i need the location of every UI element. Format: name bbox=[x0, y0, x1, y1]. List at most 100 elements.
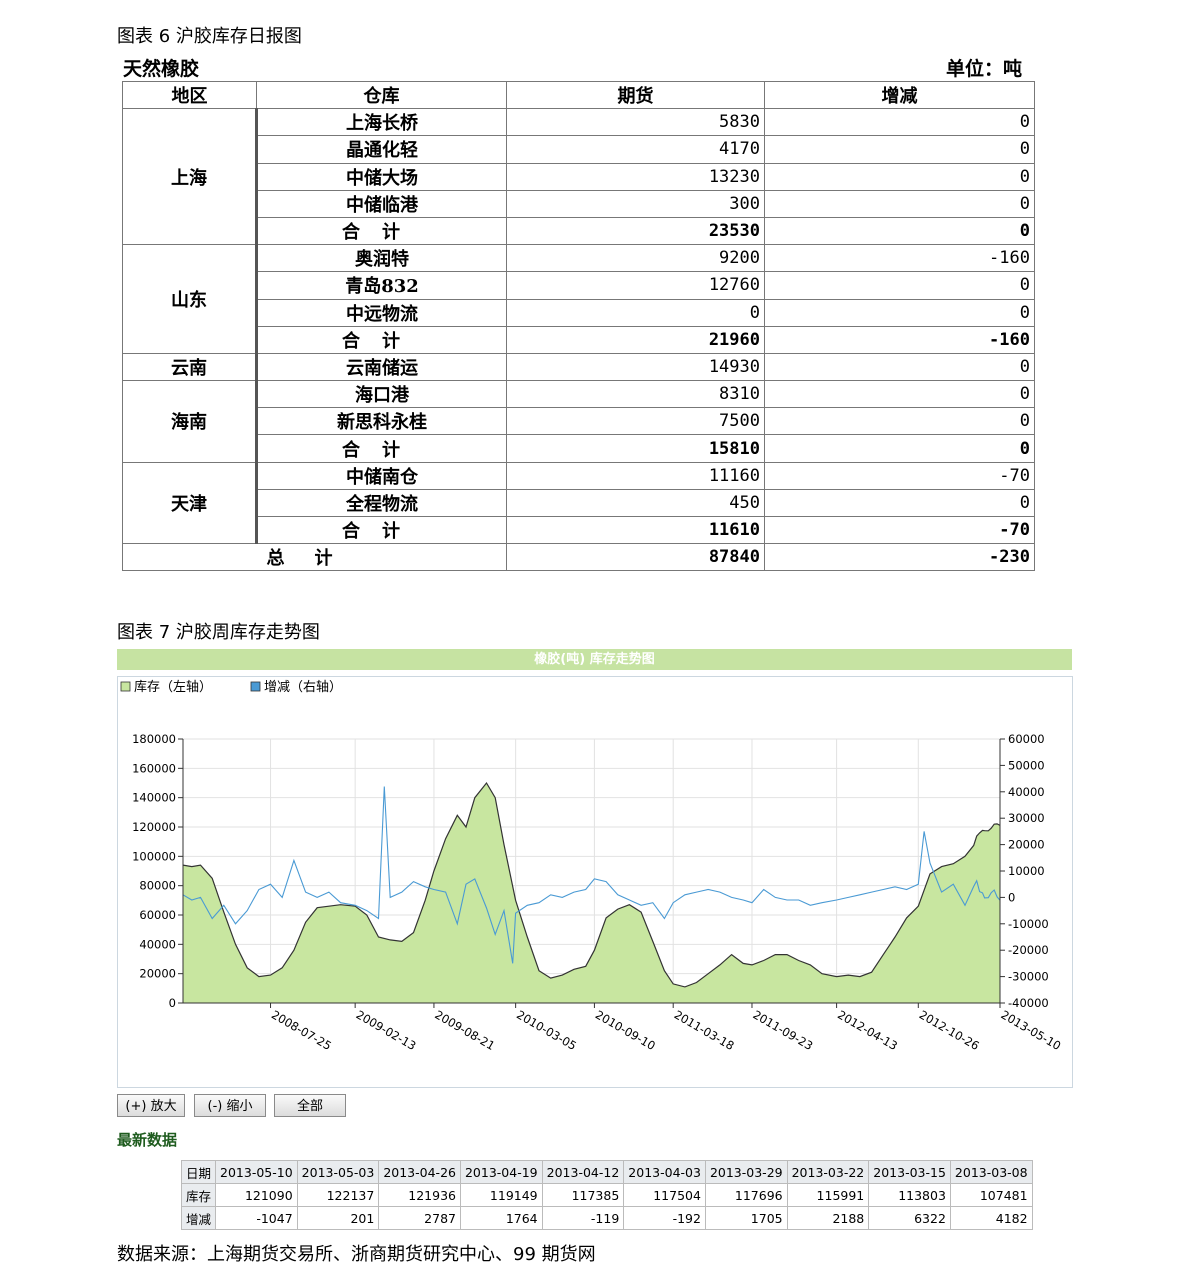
change-cell: 0 bbox=[764, 216, 1035, 246]
header-warehouse: 仓库 bbox=[256, 80, 507, 110]
region-cell: 云南 bbox=[122, 353, 257, 382]
table-cell: 2787 bbox=[378, 1206, 461, 1230]
warehouse-cell: 中储南仓 bbox=[255, 461, 507, 490]
table-row: 晶通化轻 4170 0 bbox=[123, 135, 1035, 164]
table-cell: 122137 bbox=[296, 1183, 380, 1207]
date-row: 日期 2013-05-10 2013-05-03 2013-04-26 2013-04-… bbox=[180, 1160, 1033, 1184]
latest-data-table: 日期 2013-05-10 2013-05-03 2013-04-26 2013-04-… bbox=[180, 1160, 1033, 1230]
warehouse-cell: 合计 bbox=[255, 325, 507, 354]
futures-cell: 8310 bbox=[506, 380, 765, 409]
futures-cell: 11160 bbox=[506, 461, 765, 490]
change-cell: 0 bbox=[764, 189, 1035, 218]
table-cell: 2013-04-12 bbox=[541, 1160, 625, 1184]
x-tick-label: 2009-02-13 bbox=[354, 1007, 419, 1053]
x-tick-label: 2013-05-10 bbox=[999, 1007, 1064, 1053]
region-cell: 上海 bbox=[122, 108, 257, 246]
change-cell: 0 bbox=[764, 488, 1035, 518]
change-cell: -160 bbox=[764, 325, 1035, 354]
table-cell: -119 bbox=[541, 1206, 625, 1230]
table-cell: 2013-04-03 bbox=[623, 1160, 706, 1184]
table-row: 中储大场 13230 0 bbox=[123, 162, 1035, 191]
table-row: 全程物流 450 0 bbox=[123, 488, 1035, 518]
futures-cell: 23530 bbox=[506, 216, 765, 246]
table-cell: 119149 bbox=[459, 1183, 543, 1207]
futures-cell: 5830 bbox=[506, 108, 765, 137]
right-tick-label: -30000 bbox=[1008, 970, 1049, 984]
right-tick-label: -10000 bbox=[1008, 917, 1049, 931]
x-tick-label: 2008-07-25 bbox=[269, 1007, 334, 1053]
change-cell: -70 bbox=[764, 461, 1035, 490]
right-tick-label: -20000 bbox=[1008, 943, 1049, 957]
inventory-row: 库存 121090 122137 121936 119149 117385 117504 11… bbox=[180, 1183, 1033, 1207]
table-cell: 2013-05-10 bbox=[215, 1160, 298, 1184]
left-tick-label: 40000 bbox=[139, 937, 176, 951]
warehouse-cell: 中远物流 bbox=[255, 298, 507, 327]
region-cell: 天津 bbox=[122, 461, 257, 545]
zoom-in-button[interactable]: (+) 放大 bbox=[117, 1094, 185, 1117]
table-cell: 2013-03-08 bbox=[949, 1160, 1033, 1184]
show-all-button[interactable]: 全部 bbox=[274, 1094, 346, 1117]
x-tick-label: 2010-09-10 bbox=[593, 1007, 658, 1053]
right-tick-label: 30000 bbox=[1008, 811, 1045, 825]
legend-label: 增减（右轴） bbox=[264, 680, 342, 695]
change-cell: 0 bbox=[764, 162, 1035, 191]
table-row: 合计 11610 -70 bbox=[123, 515, 1035, 545]
table-cell: 2013-04-19 bbox=[459, 1160, 543, 1184]
change-cell: 0 bbox=[764, 108, 1035, 137]
header-futures: 期货 bbox=[506, 80, 765, 110]
futures-cell: 9200 bbox=[506, 244, 765, 273]
change-cell: -70 bbox=[764, 515, 1035, 545]
table-cell: 121090 bbox=[215, 1183, 298, 1207]
region-cell: 海南 bbox=[122, 380, 257, 463]
futures-cell: 14930 bbox=[506, 352, 765, 382]
table-cell: 201 bbox=[296, 1206, 380, 1230]
change-cell: 0 bbox=[764, 135, 1035, 164]
futures-cell: 12760 bbox=[506, 271, 765, 300]
warehouse-cell: 合计 bbox=[255, 216, 507, 246]
table-cell: 121936 bbox=[378, 1183, 461, 1207]
futures-cell: 300 bbox=[506, 189, 765, 218]
right-tick-label: 60000 bbox=[1008, 732, 1045, 746]
warehouse-cell: 中储临港 bbox=[255, 189, 507, 218]
right-tick-label: 40000 bbox=[1008, 785, 1045, 799]
table-cell: 2013-04-26 bbox=[378, 1160, 461, 1184]
change-cell: 0 bbox=[764, 380, 1035, 409]
table-row: 合计 21960 -160 bbox=[123, 325, 1035, 354]
table-cell: 2013-03-22 bbox=[786, 1160, 870, 1184]
legend-swatch bbox=[120, 681, 131, 692]
warehouse-cell: 合计 bbox=[255, 434, 507, 463]
right-tick-label: -40000 bbox=[1008, 996, 1049, 1010]
table-cell: 6322 bbox=[868, 1206, 951, 1230]
futures-cell: 4170 bbox=[506, 135, 765, 164]
region-cell: 山东 bbox=[122, 244, 257, 354]
total-label: 总计 bbox=[122, 543, 507, 572]
zoom-out-button[interactable]: (-) 缩小 bbox=[194, 1094, 266, 1117]
table-cell: 1764 bbox=[459, 1206, 543, 1230]
latest-data-title: 最新数据 bbox=[117, 1131, 178, 1149]
legend-label: 库存（左轴） bbox=[134, 679, 212, 695]
x-tick-label: 2011-03-18 bbox=[672, 1007, 737, 1053]
change-cell: 0 bbox=[764, 407, 1035, 436]
table-row: 上海 上海长桥 5830 0 bbox=[122, 108, 1035, 246]
left-tick-label: 0 bbox=[169, 996, 176, 1010]
warehouse-cell: 云南储运 bbox=[255, 352, 507, 382]
table-row: 天津 中储南仓 11160 -70 bbox=[122, 461, 1035, 545]
futures-cell: 15810 bbox=[506, 434, 765, 463]
change-cell: 0 bbox=[764, 352, 1035, 382]
table-row: 合计 15810 0 bbox=[123, 434, 1035, 463]
warehouse-cell: 新思科永桂 bbox=[255, 407, 507, 436]
table-row: 合计 23530 0 bbox=[123, 216, 1035, 246]
x-tick-label: 2011-09-23 bbox=[750, 1007, 815, 1053]
row-label: 日期 bbox=[180, 1160, 217, 1184]
futures-cell: 450 bbox=[506, 488, 765, 518]
left-tick-label: 120000 bbox=[132, 820, 176, 834]
table-row: 中储临港 300 0 bbox=[123, 189, 1035, 218]
right-tick-label: 0 bbox=[1008, 890, 1015, 904]
warehouse-cell: 奥润特 bbox=[255, 244, 507, 273]
figure7-caption: 图表 7 沪胶周库存走势图 bbox=[117, 622, 320, 643]
table-cell: 113803 bbox=[868, 1183, 951, 1207]
table-cell: -1047 bbox=[215, 1206, 298, 1230]
table-row: 青岛832 12760 0 bbox=[123, 271, 1035, 300]
futures-cell: 21960 bbox=[506, 325, 765, 354]
table-cell: 2188 bbox=[786, 1206, 870, 1230]
